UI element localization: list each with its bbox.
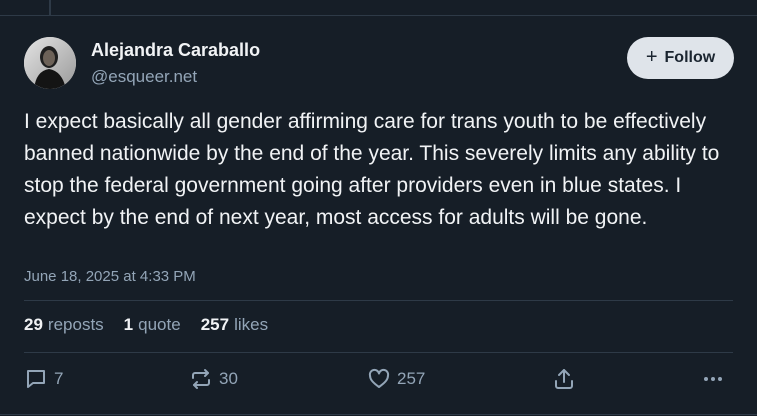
reposts-count: 29	[24, 315, 43, 334]
stats-bottom-divider	[24, 352, 733, 353]
author-name[interactable]: Alejandra Caraballo	[91, 40, 260, 61]
like-button[interactable]: 257	[367, 367, 425, 391]
action-bar: 7 30 257	[0, 367, 757, 395]
quotes-count: 1	[123, 315, 134, 334]
reposts-stat[interactable]: 29 reposts	[24, 315, 104, 335]
repost-count: 30	[219, 369, 238, 388]
avatar[interactable]	[24, 37, 76, 89]
reposts-label: reposts	[47, 315, 104, 334]
heart-icon	[367, 367, 391, 391]
top-divider	[0, 15, 757, 16]
likes-stat[interactable]: 257 likes	[201, 315, 268, 335]
plus-icon: +	[645, 46, 658, 68]
post-timestamp[interactable]: June 18, 2025 at 4:33 PM	[24, 268, 196, 285]
follow-button-label: Follow	[664, 49, 716, 66]
more-horizontal-icon	[701, 367, 725, 391]
share-icon	[552, 367, 576, 391]
share-button[interactable]	[552, 367, 576, 391]
post-thread-view: Alejandra Caraballo @esqueer.net + Follo…	[0, 0, 757, 416]
quotes-label: quote	[138, 315, 181, 334]
thread-connector-line	[49, 0, 51, 16]
like-count: 257	[397, 369, 426, 388]
more-options-button[interactable]	[701, 367, 725, 391]
reply-count: 7	[54, 369, 64, 388]
post-text: I expect basically all gender affirming …	[24, 110, 720, 229]
stats-top-divider	[24, 300, 733, 301]
follow-button[interactable]: + Follow	[627, 37, 734, 79]
bottom-divider	[0, 414, 757, 415]
author-handle[interactable]: @esqueer.net	[91, 67, 197, 87]
likes-count: 257	[200, 315, 230, 334]
avatar-image	[24, 37, 76, 89]
reply-icon	[24, 367, 48, 391]
repost-icon	[189, 367, 213, 391]
repost-button[interactable]: 30	[189, 367, 238, 391]
likes-label: likes	[234, 315, 269, 334]
quotes-stat[interactable]: 1 quote	[124, 315, 181, 335]
reply-button[interactable]: 7	[24, 367, 63, 391]
engagement-stats: 29 reposts 1 quote 257 likes	[24, 315, 268, 335]
